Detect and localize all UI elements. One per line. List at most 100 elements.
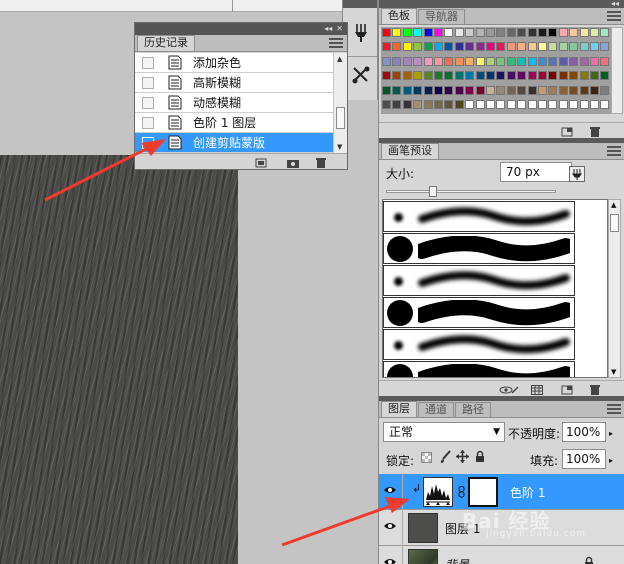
color-swatch[interactable] xyxy=(569,71,579,81)
color-swatch[interactable] xyxy=(402,71,412,81)
color-swatch[interactable] xyxy=(434,71,443,81)
color-swatch[interactable] xyxy=(558,71,568,81)
color-swatch[interactable] xyxy=(392,100,402,109)
layer-name[interactable]: 色阶 1 xyxy=(510,484,545,501)
history-source-checkbox[interactable] xyxy=(142,96,154,109)
color-swatch[interactable] xyxy=(402,42,412,52)
color-swatch[interactable] xyxy=(506,85,516,95)
color-swatch[interactable] xyxy=(382,56,391,66)
color-swatch[interactable] xyxy=(434,28,443,37)
color-swatch[interactable] xyxy=(548,42,558,52)
color-swatch[interactable] xyxy=(486,85,495,95)
brush-size-slider-thumb[interactable] xyxy=(428,186,437,197)
history-scrollbar[interactable]: ▲ ▼ xyxy=(333,53,347,153)
color-swatch[interactable] xyxy=(558,100,568,109)
panel-menu-icon[interactable] xyxy=(329,38,343,48)
lock-position-move-icon[interactable] xyxy=(456,450,469,466)
scroll-down-icon[interactable]: ▼ xyxy=(337,143,342,151)
tab-swatches[interactable]: 色板 xyxy=(381,8,417,24)
swatch-grid[interactable] xyxy=(381,27,611,114)
color-swatch[interactable] xyxy=(579,28,589,37)
panel-menu-icon[interactable] xyxy=(607,11,621,21)
scroll-up-icon[interactable]: ▲ xyxy=(337,55,342,63)
chevron-down-icon[interactable]: ▼ xyxy=(493,423,500,441)
color-swatch[interactable] xyxy=(444,71,454,81)
color-swatch[interactable] xyxy=(423,56,433,66)
tab-paths[interactable]: 路径 xyxy=(455,402,491,417)
color-swatch[interactable] xyxy=(454,100,464,109)
color-swatch[interactable] xyxy=(590,100,599,109)
color-swatch[interactable] xyxy=(465,28,475,37)
color-swatch[interactable] xyxy=(538,56,547,66)
color-swatch[interactable] xyxy=(486,71,495,81)
color-swatch[interactable] xyxy=(444,42,454,52)
color-swatch[interactable] xyxy=(548,28,558,37)
color-swatch[interactable] xyxy=(517,100,527,109)
color-swatch[interactable] xyxy=(527,71,537,81)
color-swatch[interactable] xyxy=(454,85,464,95)
color-swatch[interactable] xyxy=(423,28,433,37)
hard-brush-preset[interactable] xyxy=(383,233,575,264)
color-swatch[interactable] xyxy=(434,42,443,52)
color-swatch[interactable] xyxy=(382,85,391,95)
hard-brush-preset[interactable] xyxy=(383,361,575,377)
color-swatch[interactable] xyxy=(506,100,516,109)
color-swatch[interactable] xyxy=(392,85,402,95)
color-swatch[interactable] xyxy=(517,42,527,52)
panel-menu-icon[interactable] xyxy=(607,146,621,156)
color-swatch[interactable] xyxy=(454,56,464,66)
color-swatch[interactable] xyxy=(402,56,412,66)
eye-icon[interactable] xyxy=(383,521,397,531)
color-swatch[interactable] xyxy=(434,85,443,95)
history-state-item[interactable]: 动感模糊 xyxy=(135,93,333,113)
lock-all-icon[interactable] xyxy=(475,450,485,466)
color-swatch[interactable] xyxy=(569,42,579,52)
color-swatch[interactable] xyxy=(517,71,527,81)
lock-transparency-icon[interactable] xyxy=(421,452,432,463)
color-swatch[interactable] xyxy=(475,28,485,37)
history-titlebar[interactable]: ◂◂ ✕ xyxy=(135,23,347,35)
color-swatch[interactable] xyxy=(382,28,391,37)
history-state-item[interactable]: 创建剪贴蒙版 xyxy=(135,133,333,153)
color-swatch[interactable] xyxy=(392,42,402,52)
color-swatch[interactable] xyxy=(486,56,495,66)
color-swatch[interactable] xyxy=(486,100,495,109)
color-swatch[interactable] xyxy=(590,85,599,95)
color-swatch[interactable] xyxy=(538,100,547,109)
color-swatch[interactable] xyxy=(454,42,464,52)
scroll-down-icon[interactable]: ▼ xyxy=(611,368,616,376)
color-swatch[interactable] xyxy=(517,56,527,66)
color-swatch[interactable] xyxy=(423,100,433,109)
color-swatch[interactable] xyxy=(382,42,391,52)
toggle-brush-panel-icon[interactable] xyxy=(569,166,585,182)
color-swatch[interactable] xyxy=(475,100,485,109)
color-swatch[interactable] xyxy=(465,71,475,81)
color-swatch[interactable] xyxy=(413,56,423,66)
eye-icon[interactable] xyxy=(383,557,397,564)
color-swatch[interactable] xyxy=(569,28,579,37)
color-swatch[interactable] xyxy=(527,56,537,66)
brush-grid-icon[interactable] xyxy=(531,384,543,395)
color-swatch[interactable] xyxy=(558,42,568,52)
color-swatch[interactable] xyxy=(600,28,610,37)
color-swatch[interactable] xyxy=(465,100,475,109)
panel-menu-icon[interactable] xyxy=(607,404,621,414)
color-swatch[interactable] xyxy=(402,85,412,95)
trash-icon[interactable] xyxy=(315,157,327,168)
color-swatch[interactable] xyxy=(413,71,423,81)
color-swatch[interactable] xyxy=(558,85,568,95)
color-swatch[interactable] xyxy=(413,28,423,37)
color-swatch[interactable] xyxy=(392,56,402,66)
color-swatch[interactable] xyxy=(413,100,423,109)
tab-history[interactable]: 历史记录 xyxy=(137,35,195,51)
color-swatch[interactable] xyxy=(465,85,475,95)
history-state-item[interactable]: 高斯模糊 xyxy=(135,73,333,93)
tab-layers[interactable]: 图层 xyxy=(381,401,417,417)
mask-link-chain-icon[interactable] xyxy=(458,486,465,501)
new-document-from-state-icon[interactable] xyxy=(255,157,267,168)
close-icon[interactable]: ✕ xyxy=(336,25,343,33)
color-swatch[interactable] xyxy=(569,56,579,66)
color-swatch[interactable] xyxy=(402,28,412,37)
trash-icon[interactable] xyxy=(589,384,601,395)
trash-icon[interactable] xyxy=(589,126,601,137)
